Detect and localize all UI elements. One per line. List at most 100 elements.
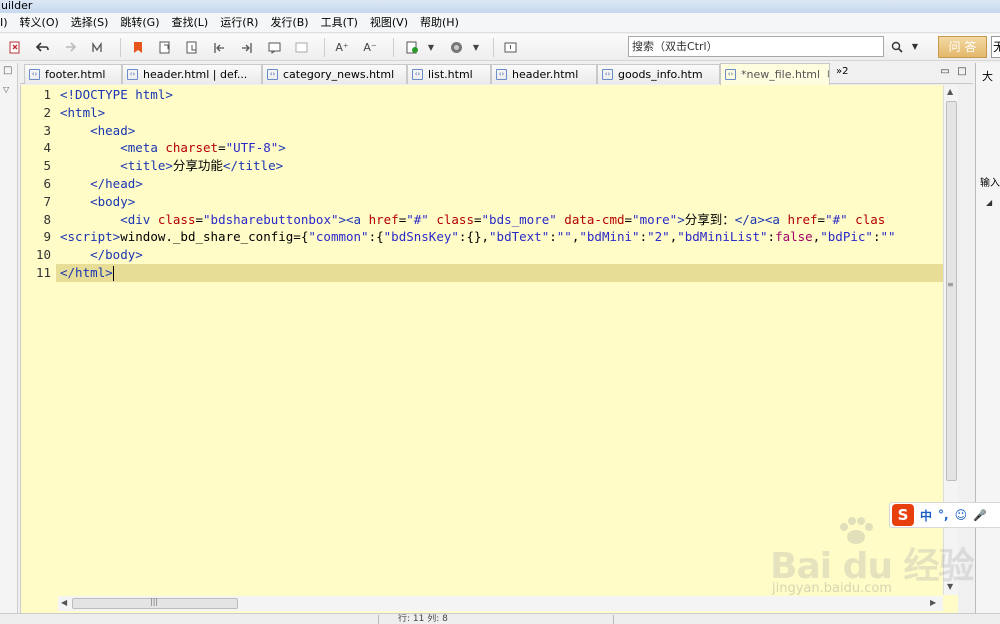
tab-6[interactable]: ‹› *new_file.html ⊠ [720,63,830,85]
ime-toolbar[interactable]: S 中 °, ☺ 🎤 [889,502,1000,528]
line-number-gutter: 1 2 3 4 5 6 7 8 9 10 11 [21,85,56,595]
code-line[interactable]: <!DOCTYPE html> [60,86,173,104]
code-line[interactable]: </html> [60,264,114,282]
code-line[interactable]: <title>分享功能</title> [60,157,283,175]
edge-button[interactable]: 无 [991,36,1000,58]
code-token: window._bd_share_config={ [120,229,309,245]
scroll-left-icon[interactable]: ◀ [61,598,67,607]
tab-label: footer.html [45,67,106,81]
redo-icon[interactable] [60,39,78,56]
restore-panel-icon[interactable]: □ [3,65,12,76]
code-token: "bdMiniList" [677,229,768,245]
format-icon[interactable] [88,39,106,56]
close-tab-icon[interactable]: ⊠ [827,66,829,84]
info-icon[interactable] [501,39,519,56]
tab-0[interactable]: ‹› footer.html [24,64,122,84]
menu-item-fragment[interactable]: I) [0,13,14,33]
tab-4[interactable]: ‹› header.html [491,64,597,84]
ask-button[interactable]: 问 答 [938,36,987,58]
bookmark-icon[interactable] [129,39,147,56]
code-area[interactable]: <!DOCTYPE html> <html> <head> <meta chars… [60,85,945,595]
code-line[interactable]: <html> [60,104,105,122]
code-token: <html> [60,104,106,120]
menu-item-select[interactable]: 选择(S) [65,13,115,33]
tab-5[interactable]: ‹› goods_info.htm [597,64,720,84]
code-token: "bds_more" [481,211,557,227]
code-editor[interactable]: 1 2 3 4 5 6 7 8 9 10 11 <!DOCTYPE html> <html> <hea… [20,85,958,613]
menu-item-run[interactable]: 运行(R) [214,13,264,33]
hscroll-grip-icon: ||| [150,597,159,606]
menu-item-help[interactable]: 帮助(H) [414,13,465,33]
menu-item-find[interactable]: 查找(L) [165,13,214,33]
ime-emoji-icon[interactable]: ☺ [955,508,968,522]
code-line[interactable]: </body> [60,246,143,264]
maximize-editor-icon[interactable]: □ [956,66,968,77]
font-decrease-button[interactable]: A⁻ [361,39,379,56]
scroll-up-icon[interactable]: ▲ [947,87,953,96]
comment-icon[interactable] [265,39,283,56]
search-input[interactable]: 搜索（双击Ctrl） [628,36,884,57]
collapse-arrow-icon[interactable]: ▽ [3,85,9,94]
menu-item-view[interactable]: 视图(V) [364,13,414,33]
code-token: <title> [120,158,173,174]
code-line[interactable]: <meta charset="UTF-8"> [60,139,286,157]
menu-item-jump[interactable]: 跳转(G) [114,13,165,33]
prev-bookmark-icon[interactable] [156,39,174,56]
tab-1[interactable]: ‹› header.html | def... [122,64,262,84]
tree-expand-icon[interactable]: ◢ [986,198,992,207]
font-increase-button[interactable]: A⁺ [333,39,351,56]
code-line[interactable]: <body> [60,193,135,211]
new-file-dropdown-icon[interactable]: ▼ [426,39,436,56]
tab-3[interactable]: ‹› list.html [407,64,491,84]
tab-2[interactable]: ‹› category_news.html [262,64,407,84]
run-browser-icon[interactable] [447,39,465,56]
vertical-scroll-thumb[interactable] [946,101,957,481]
menu-item-tools[interactable]: 工具(T) [315,13,364,33]
right-panel-input-label[interactable]: 输入 [980,174,1000,189]
code-token: 分享功能 [172,158,223,174]
code-token: :{ [368,229,384,245]
line-number: 2 [43,104,51,120]
code-line[interactable]: <head> [60,122,135,140]
scroll-down-icon[interactable]: ▼ [947,582,953,591]
goto-end-icon[interactable] [237,39,255,56]
code-token: </title> [222,158,284,174]
code-line[interactable]: <script>window._bd_share_config={"common… [60,228,896,246]
code-line[interactable]: </head> [60,175,143,193]
tab-label: header.html [512,67,579,81]
new-file-icon[interactable] [403,39,421,56]
code-token: </head> [90,176,143,191]
uncomment-icon[interactable] [292,39,310,56]
code-token: </a><a [734,211,788,227]
tab-label: *new_file.html [741,67,821,81]
menu-item-convert[interactable]: 转义(O) [14,13,65,33]
ime-punctuation-toggle[interactable]: °, [938,508,949,522]
tab-label: category_news.html [283,67,395,81]
editor-tab-bar: ‹› footer.html ‹› header.html | def... ‹› cat… [20,63,973,85]
ime-mic-icon[interactable]: 🎤 [973,509,987,522]
minimize-editor-icon[interactable]: ▭ [939,66,951,77]
code-token: "" [880,229,896,245]
sogou-logo-icon[interactable]: S [892,504,914,526]
code-token: "#" [825,211,848,227]
close-file-icon[interactable] [6,39,24,56]
code-token: : [549,229,557,245]
code-token: "bdMini" [579,229,640,245]
ime-mode-toggle[interactable]: 中 [920,507,932,524]
undo-icon[interactable] [33,39,51,56]
horizontal-scrollbar[interactable]: ◀ ||| ▶ [58,596,943,611]
html-file-icon: ‹› [127,69,138,80]
code-token: > [278,140,286,156]
run-dropdown-icon[interactable]: ▼ [471,39,481,56]
search-icon[interactable] [888,38,906,55]
search-dropdown-icon[interactable]: ▼ [909,38,921,55]
menu-item-publish[interactable]: 发行(B) [264,13,314,33]
next-bookmark-icon[interactable] [183,39,201,56]
scroll-right-icon[interactable]: ▶ [930,598,936,607]
goto-start-icon[interactable] [210,39,228,56]
tab-overflow-button[interactable]: »2 [836,64,848,80]
code-line[interactable]: <div class="bdsharebuttonbox"><a href="#… [60,211,885,229]
line-number: 8 [43,211,51,227]
